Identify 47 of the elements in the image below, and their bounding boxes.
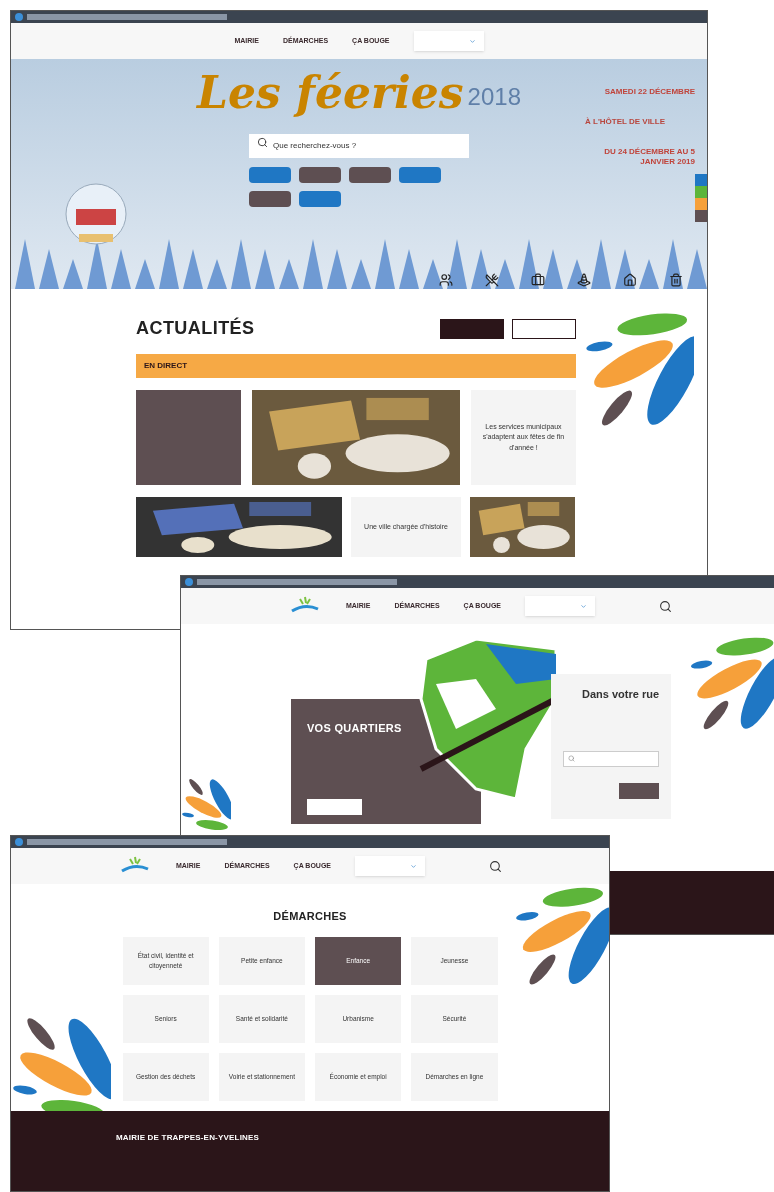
search-field[interactable]: Que recherchez-vous ?: [249, 133, 469, 158]
briefcase-icon[interactable]: [531, 273, 545, 287]
panel-title: VOS QUARTIERS: [307, 722, 402, 734]
event-text: DU 24 DÉCEMBRE AU 5 JANVIER 2019: [603, 147, 695, 167]
news-card[interactable]: [136, 390, 241, 485]
quick-link-button[interactable]: [299, 167, 341, 183]
search-icon[interactable]: [489, 859, 503, 873]
back-icon[interactable]: [185, 578, 193, 586]
people-icon[interactable]: [439, 273, 453, 287]
event-text: À L'HÔTEL DE VILLE: [585, 117, 666, 127]
twitter-icon[interactable]: [695, 186, 707, 198]
dropdown-field[interactable]: [525, 596, 596, 616]
rss-icon[interactable]: [695, 198, 707, 210]
dropdown-field[interactable]: [413, 31, 484, 51]
dropdown-field[interactable]: [355, 856, 426, 876]
cone-icon[interactable]: [577, 273, 591, 287]
search-icon: [257, 137, 268, 148]
quick-link-button[interactable]: [349, 167, 391, 183]
facebook-icon[interactable]: [695, 174, 707, 186]
ticker-label: EN DIRECT: [144, 360, 188, 372]
footer-title: MAIRIE DE TRAPPES-EN-YVELINES: [116, 1133, 260, 1142]
banner-year: 2018: [467, 82, 521, 112]
search-icon: [568, 755, 575, 762]
submit-button[interactable]: [619, 782, 659, 799]
search-icon[interactable]: [659, 599, 673, 613]
trash-icon[interactable]: [669, 273, 683, 287]
home-icon[interactable]: [623, 273, 637, 287]
caret-icon: [580, 602, 588, 610]
section-heading: ACTUALITÉS: [136, 316, 256, 340]
all-news-button[interactable]: [440, 318, 504, 339]
quick-link-button[interactable]: [249, 191, 291, 207]
card-title: Dans votre rue: [581, 687, 659, 702]
agenda-button[interactable]: [512, 318, 576, 339]
back-icon[interactable]: [15, 13, 23, 21]
street-input-field[interactable]: [563, 750, 659, 767]
view-more-button[interactable]: [307, 799, 362, 815]
banner-title: Les féeries: [197, 71, 464, 115]
quick-link-button[interactable]: [249, 167, 291, 183]
video-icon[interactable]: [695, 210, 707, 222]
fork-knife-icon[interactable]: [485, 273, 499, 287]
quick-link-button[interactable]: [399, 167, 441, 183]
caret-icon: [468, 37, 476, 45]
back-icon[interactable]: [15, 838, 23, 846]
page-heading: DÉMARCHES: [273, 909, 347, 924]
event-text: SAMEDI 22 DÉCEMBRE: [603, 87, 695, 97]
quick-link-button[interactable]: [299, 191, 341, 207]
caret-icon: [410, 862, 418, 870]
